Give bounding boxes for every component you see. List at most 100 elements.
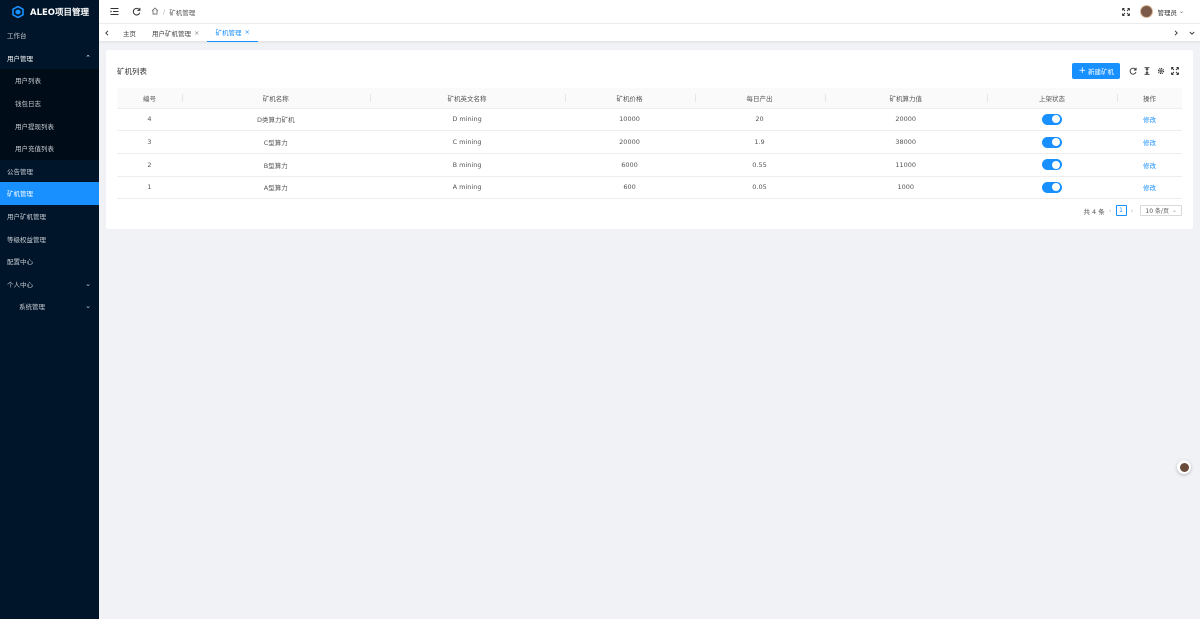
chevron-down-icon: ⌄ <box>1171 207 1177 214</box>
app-title: ALEO项目管理 <box>30 8 90 18</box>
listing-status-toggle[interactable] <box>1041 181 1062 193</box>
cell-action: 修改 <box>1116 108 1182 132</box>
cell-english-name: B mining <box>369 153 565 177</box>
plus-icon: + <box>1078 65 1086 76</box>
pagination: 共 4 条 ‹ 1 › 10 条/页 ⌄ <box>1083 205 1182 216</box>
refresh-icon[interactable] <box>129 5 143 19</box>
fullscreen-icon[interactable] <box>1168 64 1182 78</box>
fullscreen-icon[interactable] <box>1120 6 1132 18</box>
cell-price: 600 <box>564 176 695 200</box>
sidebar-item-user-miners[interactable]: 用户矿机管理 <box>0 205 99 228</box>
sidebar-item-label: 用户管理 <box>7 54 33 63</box>
cell-daily-output: 0.05 <box>694 176 825 200</box>
breadcrumb-separator: / <box>163 7 166 16</box>
edit-link[interactable]: 修改 <box>1143 184 1156 192</box>
page-number-current[interactable]: 1 <box>1115 205 1127 216</box>
app-logo[interactable]: ALEO项目管理 <box>0 0 99 24</box>
column-header: 操作 <box>1116 88 1182 109</box>
support-avatar-button[interactable] <box>1177 460 1191 474</box>
tabs-dropdown-icon[interactable] <box>1184 24 1200 42</box>
sidebar-item-label: 用户充值列表 <box>15 145 54 154</box>
sidebar-item-user-management[interactable]: 用户管理 ⌃ <box>0 47 99 70</box>
sidebar-item-recharge-list[interactable]: 用户充值列表 <box>0 137 99 160</box>
table-header-row: 编号 矿机名称 矿机英文名称 矿机价格 每日产出 矿机算力值 上架状态 操作 <box>117 88 1182 109</box>
table-row: 2 B型算力 B mining 6000 0.55 11000 修改 <box>117 153 1182 177</box>
cell-hash-power: 20000 <box>824 108 987 132</box>
sidebar-item-label: 矿机管理 <box>7 190 33 199</box>
tab-miner-management[interactable]: 矿机管理 × <box>207 24 258 42</box>
prev-page-icon[interactable]: ‹ <box>1109 207 1112 215</box>
sidebar-item-system-management[interactable]: 系统管理 ⌄ <box>0 295 99 318</box>
username[interactable]: 管理员 <box>1157 7 1177 17</box>
sidebar-item-withdraw-list[interactable]: 用户提现列表 <box>0 114 99 137</box>
cell-id: 3 <box>117 130 182 154</box>
column-height-icon[interactable] <box>1140 64 1154 78</box>
tab-label: 用户矿机管理 <box>152 29 191 38</box>
next-page-icon[interactable]: › <box>1131 207 1134 215</box>
listing-status-toggle[interactable] <box>1041 136 1062 148</box>
sidebar-item-level-benefits[interactable]: 等级权益管理 <box>0 227 99 250</box>
sidebar-item-label: 等级权益管理 <box>7 235 46 244</box>
edit-link[interactable]: 修改 <box>1143 162 1156 170</box>
cell-price: 20000 <box>564 130 695 154</box>
table-toolbar: + 新建矿机 <box>1072 63 1182 79</box>
cell-daily-output: 20 <box>694 108 825 132</box>
column-header: 上架状态 <box>986 88 1117 109</box>
sidebar-item-personal-center[interactable]: 个人中心 ⌄ <box>0 273 99 296</box>
sidebar-item-label: 系统管理 <box>19 303 45 312</box>
chevron-down-icon[interactable]: ⌄ <box>1179 8 1184 15</box>
new-miner-button[interactable]: + 新建矿机 <box>1072 63 1120 79</box>
cell-english-name: A mining <box>369 176 565 200</box>
cell-action: 修改 <box>1116 130 1182 154</box>
close-icon[interactable]: × <box>194 29 199 37</box>
edit-link[interactable]: 修改 <box>1143 116 1156 124</box>
sidebar-item-user-list[interactable]: 用户列表 <box>0 69 99 92</box>
card-header: 矿机列表 + 新建矿机 <box>106 50 1193 92</box>
listing-status-toggle[interactable] <box>1041 113 1062 125</box>
cell-name: C型算力 <box>181 130 370 154</box>
cell-name: A型算力 <box>181 176 370 200</box>
support-avatar-icon <box>1179 462 1189 472</box>
total-count: 共 4 条 <box>1083 207 1105 216</box>
sidebar-item-label: 工作台 <box>7 32 27 41</box>
sidebar-item-announcements[interactable]: 公告管理 <box>0 160 99 183</box>
cell-english-name: D mining <box>369 108 565 132</box>
sidebar-item-label: 配置中心 <box>7 258 33 267</box>
cell-name: D类算力矿机 <box>181 108 370 132</box>
sidebar-item-miner-management[interactable]: 矿机管理 <box>0 182 99 205</box>
tabs-scroll-left-icon[interactable] <box>99 24 115 42</box>
cell-hash-power: 11000 <box>824 153 987 177</box>
cell-english-name: C mining <box>369 130 565 154</box>
cell-id: 2 <box>117 153 182 177</box>
cell-daily-output: 0.55 <box>694 153 825 177</box>
home-icon[interactable] <box>151 6 159 17</box>
reload-icon[interactable] <box>1126 64 1140 78</box>
page-size-select[interactable]: 10 条/页 ⌄ <box>1140 205 1182 216</box>
cell-id: 4 <box>117 108 182 132</box>
sidebar-item-label: 用户列表 <box>15 77 41 86</box>
cell-name: B型算力 <box>181 153 370 177</box>
chevron-up-icon: ⌃ <box>85 53 91 62</box>
sidebar-item-workbench[interactable]: 工作台 <box>0 24 99 47</box>
tab-user-miners[interactable]: 用户矿机管理 × <box>144 24 207 42</box>
cell-action: 修改 <box>1116 176 1182 200</box>
column-header: 编号 <box>117 88 182 109</box>
menu-fold-icon[interactable] <box>107 5 121 19</box>
column-header: 每日产出 <box>694 88 825 109</box>
tabs-scroll-right-icon[interactable] <box>1168 24 1184 42</box>
table-row: 4 D类算力矿机 D mining 10000 20 20000 修改 <box>117 108 1182 132</box>
sidebar-item-config-center[interactable]: 配置中心 <box>0 250 99 273</box>
cell-status <box>986 153 1117 177</box>
edit-link[interactable]: 修改 <box>1143 139 1156 147</box>
listing-status-toggle[interactable] <box>1041 159 1062 171</box>
cell-status <box>986 108 1117 132</box>
sidebar-item-label: 用户矿机管理 <box>7 213 46 222</box>
user-avatar[interactable] <box>1140 5 1154 18</box>
tab-home[interactable]: 主页 <box>115 24 144 42</box>
miner-list-card: 矿机列表 + 新建矿机 编号 矿机名称 矿机英文名称 矿机价格 每日产出 矿机算… <box>106 50 1193 229</box>
settings-icon[interactable] <box>1154 64 1168 78</box>
sidebar-item-wallet-log[interactable]: 钱包日志 <box>0 92 99 115</box>
sidebar-item-label: 个人中心 <box>7 280 33 289</box>
cell-daily-output: 1.9 <box>694 130 825 154</box>
close-icon[interactable]: × <box>244 28 249 36</box>
